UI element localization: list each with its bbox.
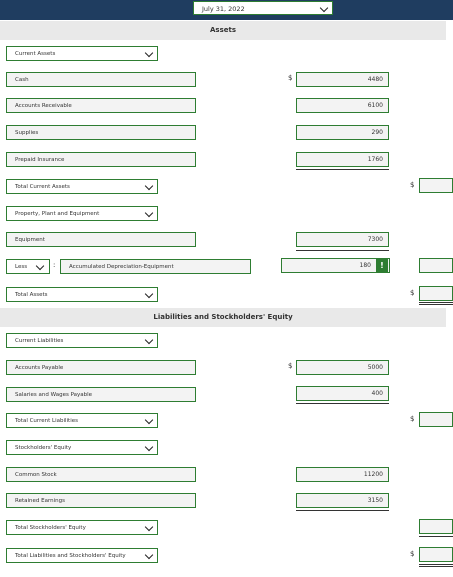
total-current-assets-select[interactable]: Total Current Assets [6,179,158,194]
supplies-label-field[interactable]: Supplies [6,125,196,140]
field-label: Supplies [15,130,39,136]
net-equipment-amount-field[interactable] [419,258,453,273]
accounts-receivable-label-field[interactable]: Accounts Receivable [6,98,196,113]
equipment-amount-field[interactable]: 7300 [296,232,389,247]
accounts-payable-amount-field[interactable]: 5000 [296,360,389,375]
field-label: Accounts Payable [15,365,64,371]
select-label: Current Liabilities [15,338,64,344]
field-label: Accounts Receivable [15,103,72,109]
select-label: Total Stockholders' Equity [15,525,86,531]
underline [296,510,389,511]
top-bar: July 31, 2022 [0,0,453,20]
chevron-down-icon [144,522,154,532]
double-underline [419,564,453,565]
field-label: Common Stock [15,472,57,478]
field-label: Accumulated Depreciation-Equipment [69,264,174,270]
chevron-down-icon [35,261,45,271]
total-assets-select[interactable]: Total Assets [6,287,158,302]
date-select[interactable]: July 31, 2022 [193,1,333,15]
select-label: Property, Plant and Equipment [15,211,100,217]
total-current-assets-amount-field[interactable] [419,178,453,193]
section-title: Assets [209,26,236,34]
field-label: Salaries and Wages Payable [15,392,93,398]
total-stockholders-equity-amount-field[interactable] [419,519,453,534]
current-liabilities-select[interactable]: Current Liabilities [6,333,158,348]
chevron-down-icon [144,289,154,299]
current-assets-select[interactable]: Current Assets [6,46,158,61]
select-label: Total Liabilities and Stockholders' Equi… [15,553,126,559]
total-assets-amount-field[interactable] [419,286,453,301]
chevron-down-icon [144,208,154,218]
double-underline [419,566,453,567]
dollar-sign: $ [410,181,415,189]
dollar-sign: $ [288,74,293,82]
total-liabilities-equity-select[interactable]: Total Liabilities and Stockholders' Equi… [6,548,158,563]
retained-earnings-label-field[interactable]: Retained Earnings [6,493,196,508]
salaries-payable-label-field[interactable]: Salaries and Wages Payable [6,387,196,402]
chevron-down-icon [144,415,154,425]
double-underline [419,302,453,303]
chevron-down-icon [319,3,329,13]
dollar-sign: $ [410,550,415,558]
date-select-value: July 31, 2022 [202,5,245,13]
field-label: Prepaid Insurance [15,157,65,163]
underline [296,169,389,170]
chevron-down-icon [144,181,154,191]
less-select[interactable]: Less [6,259,50,274]
underline [296,403,389,404]
prepaid-insurance-label-field[interactable]: Prepaid Insurance [6,152,196,167]
dollar-sign: $ [288,362,293,370]
equipment-label-field[interactable]: Equipment [6,232,196,247]
colon: : [53,261,56,269]
field-label: Cash [15,77,29,83]
dollar-sign: $ [410,415,415,423]
stockholders-equity-select[interactable]: Stockholders' Equity [6,440,158,455]
accumulated-depreciation-label-field[interactable]: Accumulated Depreciation-Equipment [60,259,251,274]
dollar-sign: $ [410,289,415,297]
chevron-down-icon [144,335,154,345]
select-label: Stockholders' Equity [15,445,72,451]
section-liabilities-equity: Liabilities and Stockholders' Equity [0,308,446,327]
underline [296,250,389,251]
salaries-payable-amount-field[interactable]: 400 [296,386,389,401]
section-title: Liabilities and Stockholders' Equity [153,313,293,321]
chevron-down-icon [144,442,154,452]
field-label: Equipment [15,237,45,243]
common-stock-amount-field[interactable]: 11200 [296,467,389,482]
total-current-liabilities-select[interactable]: Total Current Liabilities [6,413,158,428]
section-assets: Assets [0,21,446,40]
total-stockholders-equity-select[interactable]: Total Stockholders' Equity [6,520,158,535]
total-current-liabilities-amount-field[interactable] [419,412,453,427]
supplies-amount-field[interactable]: 290 [296,125,389,140]
field-label: Retained Earnings [15,498,65,504]
select-label: Current Assets [15,51,56,57]
select-label: Total Assets [15,292,48,298]
ppe-select[interactable]: Property, Plant and Equipment [6,206,158,221]
select-label: Less [15,264,28,270]
cash-label-field[interactable]: Cash [6,72,196,87]
underline [419,536,453,537]
prepaid-insurance-amount-field[interactable]: 1760 [296,152,389,167]
select-label: Total Current Liabilities [15,418,78,424]
retained-earnings-amount-field[interactable]: 3150 [296,493,389,508]
chevron-down-icon [144,550,154,560]
accumulated-depreciation-amount-field[interactable]: 180 [281,258,390,273]
common-stock-label-field[interactable]: Common Stock [6,467,196,482]
accounts-payable-label-field[interactable]: Accounts Payable [6,360,196,375]
chevron-down-icon [144,48,154,58]
total-liabilities-equity-amount-field[interactable] [419,547,453,562]
accounts-receivable-amount-field[interactable]: 6100 [296,98,389,113]
select-label: Total Current Assets [15,184,70,190]
alert-badge-icon[interactable]: ! [376,259,388,272]
cash-amount-field[interactable]: 4480 [296,72,389,87]
double-underline [419,304,453,305]
